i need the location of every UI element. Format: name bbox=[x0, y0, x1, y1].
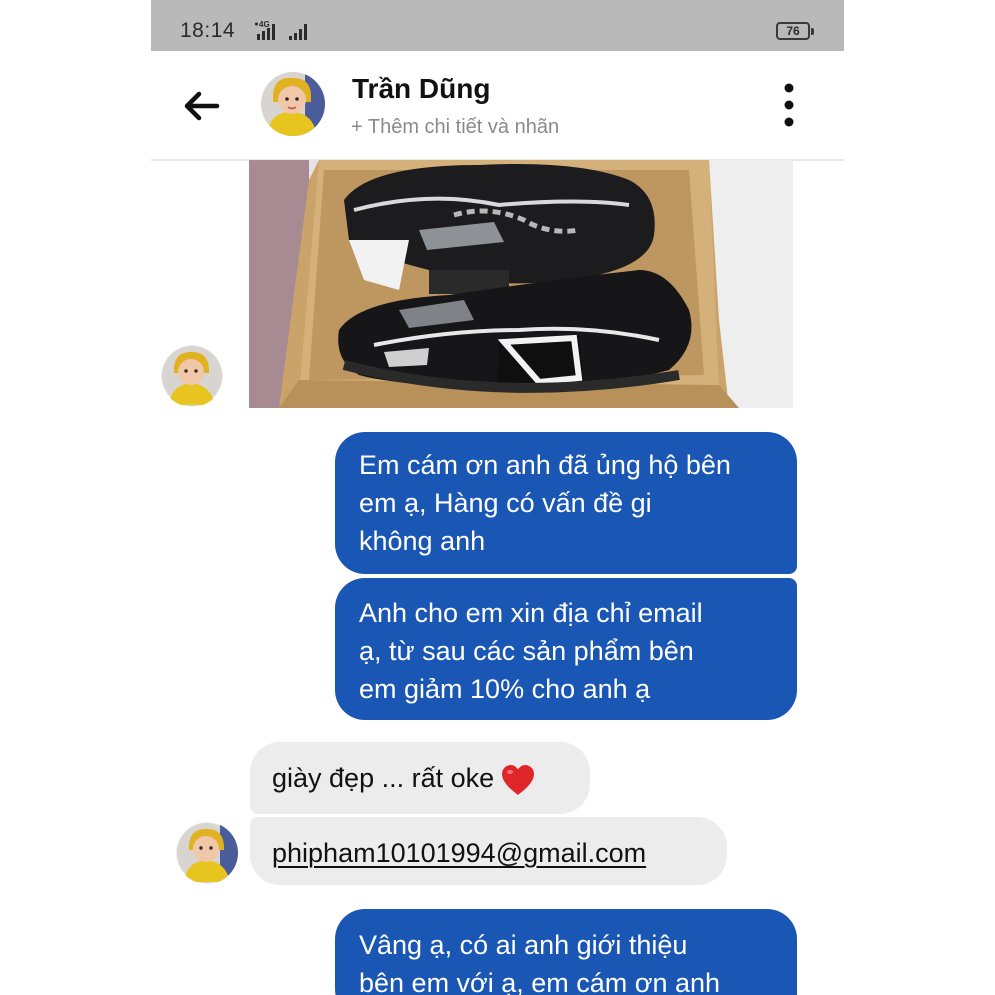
email-link[interactable]: phipham10101994@gmail.com bbox=[272, 838, 646, 868]
status-time: 18:14 bbox=[180, 19, 236, 42]
messenger-screen: 18:14 4G 76 Trần Dũng + Thêm chi tiết và… bbox=[151, 0, 844, 995]
message-text-line: Anh cho em xin địa chỉ email bbox=[359, 598, 703, 628]
contact-avatar-small[interactable] bbox=[161, 345, 223, 407]
contact-avatar-small[interactable] bbox=[176, 822, 238, 884]
heart-icon bbox=[502, 764, 535, 795]
back-arrow-icon[interactable] bbox=[181, 87, 221, 125]
shoe-photo-message[interactable] bbox=[249, 160, 793, 408]
outgoing-message[interactable]: Vâng ạ, có ai anh giới thiệu bên em với … bbox=[335, 909, 797, 995]
incoming-message[interactable]: phipham10101994@gmail.com bbox=[250, 817, 727, 885]
message-text-line: không anh bbox=[359, 526, 486, 556]
add-details-link[interactable]: + Thêm chi tiết và nhãn bbox=[351, 116, 559, 139]
message-text-line: em ạ, Hàng có vấn đề gi bbox=[359, 488, 652, 518]
message-text: giày đẹp ... rất oke bbox=[272, 763, 495, 793]
message-text-line: Em cám ơn anh đã ủng hộ bên bbox=[359, 450, 731, 480]
message-text-line: em giảm 10% cho anh ạ bbox=[359, 674, 651, 704]
message-text-line: bên em với ạ, em cám ơn anh bbox=[359, 968, 721, 995]
signal-strength-icon: 4G bbox=[255, 20, 307, 40]
contact-name[interactable]: Trần Dũng bbox=[352, 73, 490, 105]
contact-avatar[interactable] bbox=[261, 72, 325, 136]
outgoing-message[interactable]: Em cám ơn anh đã ủng hộ bên em ạ, Hàng c… bbox=[335, 432, 797, 574]
message-text-line: Vâng ạ, có ai anh giới thiệu bbox=[359, 930, 688, 960]
status-bar: 18:14 4G 76 bbox=[151, 0, 844, 51]
outgoing-message[interactable]: Anh cho em xin địa chỉ email ạ, từ sau c… bbox=[335, 578, 797, 720]
conversation-header: Trần Dũng + Thêm chi tiết và nhãn bbox=[151, 51, 844, 161]
battery-level: 76 bbox=[786, 24, 800, 38]
message-text-line: ạ, từ sau các sản phẩm bên bbox=[359, 636, 694, 666]
incoming-message[interactable]: giày đẹp ... rất oke bbox=[250, 742, 590, 814]
more-options-icon[interactable] bbox=[775, 82, 803, 128]
network-type-label: 4G bbox=[259, 20, 270, 29]
battery-icon: 76 bbox=[776, 22, 814, 40]
